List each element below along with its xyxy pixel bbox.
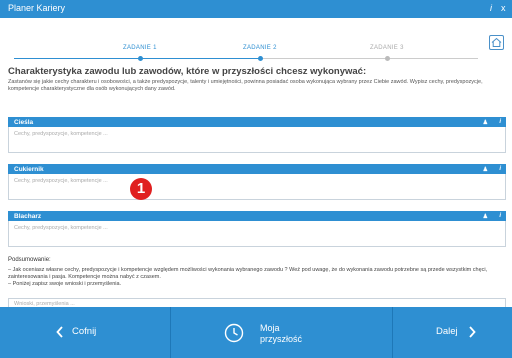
- info-icon[interactable]: i: [490, 3, 492, 13]
- step-dot-3: [385, 56, 390, 61]
- summary-line-1: – Jak oceniasz własne cechy, predyspozyc…: [8, 267, 488, 280]
- step-dot-1: [138, 56, 143, 61]
- job-traits-input[interactable]: Cechy, predyspozycje, kompetencje ...: [8, 127, 506, 153]
- step-3-label[interactable]: ZADANIE 3: [370, 45, 404, 51]
- job-traits-placeholder: Cechy, predyspozycje, kompetencje ...: [14, 225, 108, 231]
- job-traits-placeholder: Cechy, predyspozycje, kompetencje ...: [14, 131, 108, 137]
- summary-title: Podsumowanie:: [8, 257, 51, 263]
- next-label: Dalej: [436, 326, 458, 337]
- page-description: Zastanów się jakie cechy charakteru i os…: [8, 79, 483, 92]
- step-progress: ZADANIE 1 ZADANIE 2 ZADANIE 3: [0, 38, 512, 61]
- job-header: Cieśla ♟ i: [8, 117, 506, 127]
- job-name: Cukiernik: [14, 165, 44, 173]
- job-name: Blacharz: [14, 212, 42, 220]
- my-future-label-2: przyszłość: [260, 334, 303, 344]
- step-dot-2: [258, 56, 263, 61]
- page-heading: Charakterystyka zawodu lub zawodów, któr…: [8, 66, 367, 77]
- step-1-label[interactable]: ZADANIE 1: [123, 45, 157, 51]
- job-header: Blacharz ♟ i: [8, 211, 506, 221]
- job-card-blacharz: Blacharz ♟ i Cechy, predyspozycje, kompe…: [8, 211, 506, 247]
- next-button[interactable]: Dalej: [393, 307, 512, 358]
- job-traits-input[interactable]: Cechy, predyspozycje, kompetencje ...: [8, 221, 506, 247]
- info-icon[interactable]: i: [499, 166, 501, 172]
- back-button[interactable]: Cofnij: [0, 307, 170, 358]
- job-traits-input[interactable]: Cechy, predyspozycje, kompetencje ...: [8, 174, 506, 200]
- job-card-ciesla: Cieśla ♟ i Cechy, predyspozycje, kompete…: [8, 117, 506, 153]
- step-line-todo: [260, 58, 478, 59]
- job-name: Cieśla: [14, 118, 34, 126]
- info-icon[interactable]: i: [499, 119, 501, 125]
- title-bar: Planer Kariery i x: [0, 0, 512, 18]
- chevron-right-icon: [469, 326, 476, 338]
- my-future-label-1: Moja: [260, 323, 280, 333]
- job-header: Cukiernik ♟ i: [8, 164, 506, 174]
- step-2-label[interactable]: ZADANIE 2: [243, 45, 277, 51]
- chevron-left-icon: [56, 326, 63, 338]
- person-icon[interactable]: ♟: [483, 119, 488, 126]
- person-icon[interactable]: ♟: [483, 213, 488, 220]
- annotation-badge: 1: [130, 178, 152, 200]
- close-icon[interactable]: x: [501, 3, 506, 13]
- info-icon[interactable]: i: [499, 213, 501, 219]
- home-icon: [491, 37, 502, 47]
- job-traits-placeholder: Cechy, predyspozycje, kompetencje ...: [14, 178, 108, 184]
- home-button[interactable]: [489, 35, 504, 50]
- job-card-cukiernik: Cukiernik ♟ i Cechy, predyspozycje, komp…: [8, 164, 506, 200]
- person-icon[interactable]: ♟: [483, 166, 488, 173]
- back-label: Cofnij: [72, 326, 97, 337]
- summary-text: – Jak oceniasz własne cechy, predyspozyc…: [8, 267, 508, 288]
- window-title: Planer Kariery: [8, 3, 66, 13]
- footer-nav: Cofnij Moja przyszłość Dalej: [0, 307, 512, 358]
- step-line-done: [14, 58, 260, 59]
- clock-icon: [224, 323, 244, 343]
- summary-line-2: – Poniżej zapisz swoje wnioski i przemyś…: [8, 281, 122, 287]
- my-future-button[interactable]: Moja przyszłość: [171, 307, 392, 358]
